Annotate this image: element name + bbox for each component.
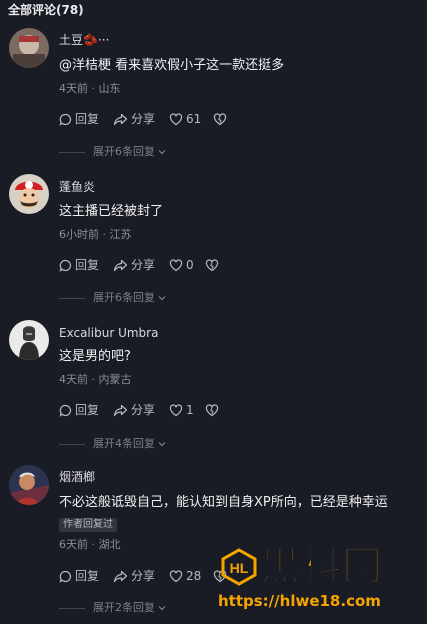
broken-heart-icon	[205, 258, 219, 271]
username[interactable]: 蓬鱼炎	[59, 179, 95, 195]
heart-icon	[169, 112, 183, 125]
divider	[59, 297, 85, 299]
comment-meta: 6天前 · 湖北	[59, 538, 121, 551]
reply-button[interactable]: 回复	[59, 257, 99, 273]
reply-label: 回复	[75, 258, 100, 272]
share-label: 分享	[131, 258, 156, 272]
heart-icon	[169, 569, 183, 582]
reply-button[interactable]: 回复	[59, 111, 99, 127]
chevron-down-icon	[158, 296, 166, 301]
comment-meta: 6小时前 · 江苏	[59, 228, 132, 241]
like-button[interactable]: 1	[169, 402, 194, 418]
expand-label: 展开6条回复	[93, 291, 155, 304]
heart-icon	[169, 403, 183, 416]
reply-icon	[59, 259, 71, 272]
share-button[interactable]: 分享	[113, 257, 155, 273]
heart-icon	[169, 258, 183, 271]
username[interactable]: 烟酒榔	[59, 469, 95, 485]
dislike-button[interactable]	[205, 257, 222, 273]
expand-replies[interactable]: 展开6条回复	[59, 145, 167, 159]
watermark: HL 黑料网 https://hlwe18.com	[214, 540, 427, 624]
share-label: 分享	[131, 569, 156, 583]
divider	[59, 151, 85, 153]
share-button[interactable]: 分享	[113, 111, 155, 127]
chevron-down-icon	[158, 442, 166, 447]
divider	[59, 607, 85, 609]
like-count: 61	[186, 112, 202, 126]
expand-replies[interactable]: 展开2条回复	[59, 601, 167, 615]
watermark-title: 黑料网	[259, 542, 383, 590]
like-button[interactable]: 0	[169, 257, 194, 273]
reply-button[interactable]: 回复	[59, 402, 99, 418]
share-button[interactable]: 分享	[113, 402, 155, 418]
broken-heart-icon	[205, 403, 219, 416]
share-icon	[113, 570, 128, 582]
comment-text: @洋桔梗 看来喜欢假小子这一款还挺多	[59, 58, 285, 73]
comment-meta: 4天前 · 山东	[59, 82, 121, 95]
broken-heart-icon	[213, 112, 227, 125]
author-replied-badge: 作者回复过	[59, 518, 117, 532]
expand-label: 展开4条回复	[93, 437, 155, 450]
reply-label: 回复	[75, 403, 100, 417]
expand-label: 展开6条回复	[93, 145, 155, 158]
expand-label: 展开2条回复	[93, 601, 155, 614]
share-label: 分享	[131, 112, 156, 126]
comment-text: 这是男的吧?	[59, 349, 131, 364]
avatar[interactable]	[9, 174, 49, 214]
share-button[interactable]: 分享	[113, 568, 155, 584]
logo-icon: HL	[221, 548, 257, 586]
like-count: 0	[186, 258, 194, 272]
comments-header: 全部评论(78)	[8, 3, 84, 17]
username[interactable]: Excalibur Umbra	[59, 325, 158, 341]
divider	[59, 443, 85, 445]
watermark-url: https://hlwe18.com	[218, 592, 381, 610]
expand-replies[interactable]: 展开6条回复	[59, 291, 167, 305]
reply-icon	[59, 570, 71, 583]
reply-label: 回复	[75, 569, 100, 583]
avatar[interactable]	[9, 28, 49, 68]
like-button[interactable]: 28	[169, 568, 201, 584]
reply-icon	[59, 113, 71, 126]
expand-replies[interactable]: 展开4条回复	[59, 437, 167, 451]
svg-text:HL: HL	[230, 560, 249, 576]
like-count: 1	[186, 403, 194, 417]
share-icon	[113, 259, 128, 271]
comment-meta: 4天前 · 内蒙古	[59, 373, 132, 386]
reply-button[interactable]: 回复	[59, 568, 99, 584]
share-label: 分享	[131, 403, 156, 417]
share-icon	[113, 113, 128, 125]
reply-icon	[59, 404, 71, 417]
like-count: 28	[186, 569, 202, 583]
avatar[interactable]	[9, 320, 49, 360]
like-button[interactable]: 61	[169, 111, 201, 127]
chevron-down-icon	[158, 606, 166, 611]
share-icon	[113, 404, 128, 416]
avatar[interactable]	[9, 465, 49, 505]
comment-text: 不必这般诋毁自己，能认知到自身XP所向，已经是种幸运	[59, 495, 388, 510]
dislike-button[interactable]	[213, 111, 230, 127]
comment-text: 这主播已经被封了	[59, 204, 164, 219]
username[interactable]: 土豆🫘···	[59, 32, 109, 48]
dislike-button[interactable]	[205, 402, 222, 418]
reply-label: 回复	[75, 112, 100, 126]
chevron-down-icon	[158, 150, 166, 155]
